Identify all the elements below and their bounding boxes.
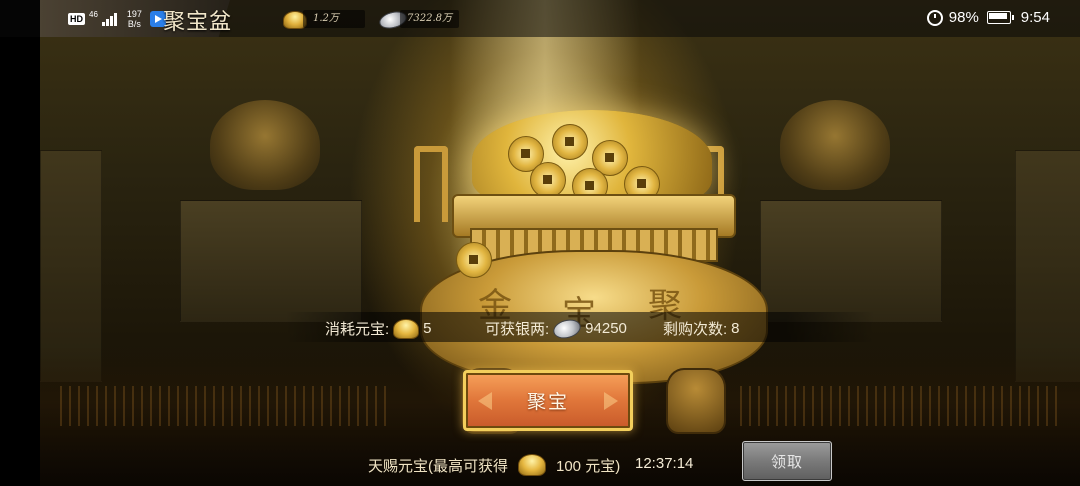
network-type-icon: 46 — [89, 9, 98, 19]
reward-prefix: 天赐元宝(最高可获得 — [368, 457, 508, 475]
gain-value: 94250 — [585, 320, 627, 337]
network-speed: 197 B/s — [127, 9, 142, 29]
gain-label: 可获银两: — [485, 321, 550, 338]
cost-value: 5 — [423, 320, 432, 337]
coin-icon — [552, 124, 588, 160]
pot-leg-right — [666, 368, 726, 434]
gather-button-label: 聚宝 — [526, 392, 569, 413]
bg-pedestal-left — [180, 200, 362, 322]
clock-time: 9:54 — [1020, 9, 1050, 26]
remaining-info: 剩购次数: 8 — [663, 318, 740, 339]
speed-value: 197 — [126, 9, 142, 19]
gold-amount: 1.2万 — [303, 10, 365, 28]
claim-button[interactable]: 领取 — [742, 441, 832, 481]
signal-icon — [101, 12, 117, 26]
pot-handle-left — [414, 146, 448, 222]
left-black-bar — [0, 0, 40, 486]
battery-icon — [986, 11, 1014, 24]
speed-unit: B/s — [127, 19, 141, 29]
sparks-left — [60, 386, 390, 426]
page-title: 聚宝盆 — [163, 10, 233, 35]
hanging-coin-icon — [456, 242, 492, 278]
info-row: 消耗元宝: 5 可获银两: 94250 剩购次数: 8 — [285, 312, 875, 342]
sparks-right — [740, 386, 1060, 426]
status-bar: HD 46 197 B/s 聚宝盆 1.2万 7322.8万 98% 9:54 — [0, 0, 1080, 37]
reward-timer: 12:37:14 — [635, 455, 694, 472]
claim-button-label: 领取 — [770, 453, 803, 471]
bg-censer-left — [210, 100, 320, 190]
bg-pedestal-right — [760, 200, 942, 322]
remaining-label: 剩购次数: — [663, 321, 728, 338]
gold-ingot-icon — [518, 454, 546, 476]
status-right: 98% 9:54 — [926, 9, 1050, 26]
right-arrow-icon — [604, 392, 618, 410]
gather-treasure-button[interactable]: 聚宝 — [463, 370, 633, 431]
battery-percent: 98% — [948, 9, 979, 26]
status-left: HD 46 197 B/s — [68, 8, 166, 30]
silver-ingot-icon — [551, 316, 584, 341]
daily-reward-text: 天赐元宝(最高可获得 100 元宝) — [368, 454, 620, 476]
silver-amount: 7322.8万 — [400, 10, 459, 28]
gain-info: 可获银两: 94250 — [485, 316, 627, 341]
hd-icon: HD — [68, 13, 85, 25]
reward-amount: 100 元宝) — [556, 457, 621, 475]
cost-label: 消耗元宝: — [325, 321, 390, 338]
cost-info: 消耗元宝: 5 — [325, 318, 432, 339]
coin-icon — [530, 162, 566, 198]
remaining-value: 8 — [731, 320, 740, 337]
left-arrow-icon — [478, 392, 492, 410]
alarm-icon — [926, 9, 943, 26]
bg-censer-right — [780, 100, 890, 190]
gold-ingot-icon — [393, 318, 420, 339]
